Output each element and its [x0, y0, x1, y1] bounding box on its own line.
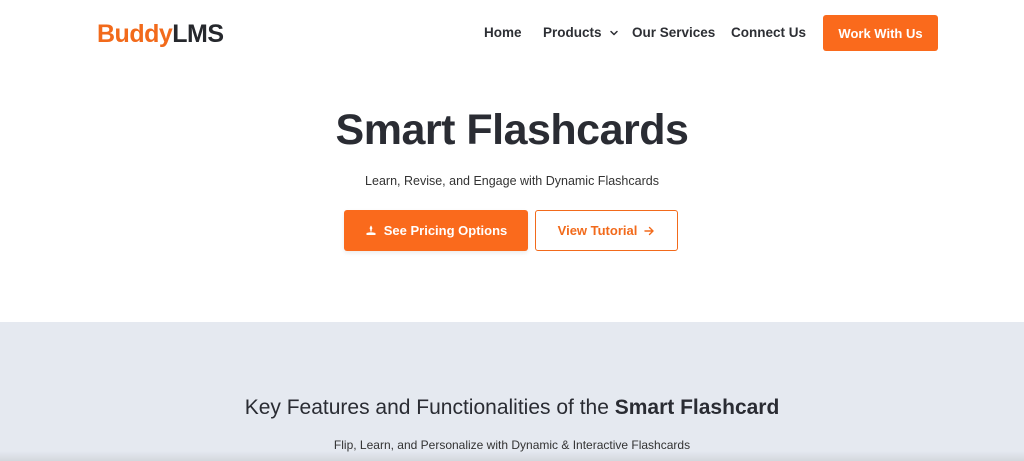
view-tutorial-label: View Tutorial — [557, 223, 638, 238]
brand-logo[interactable]: BuddyLMS — [97, 19, 224, 49]
nav-connect-link[interactable]: Connect Us — [731, 25, 806, 41]
nav-products-menu[interactable]: Products — [543, 25, 620, 41]
nav-home-link[interactable]: Home — [484, 25, 522, 41]
see-pricing-label: See Pricing Options — [383, 223, 508, 238]
view-tutorial-button[interactable]: View Tutorial — [535, 210, 678, 251]
nav-products-label: Products — [543, 25, 602, 40]
hero-subtitle: Learn, Revise, and Engage with Dynamic F… — [365, 174, 659, 188]
chevron-down-icon — [609, 30, 618, 36]
features-title-bold: Smart Flashcard — [614, 396, 780, 419]
hero-title: Smart Flashcards — [335, 106, 689, 154]
features-section: Key Features and Functionalities of the … — [0, 322, 1024, 461]
site-header: BuddyLMS Home Products Our Services Conn… — [0, 0, 1024, 66]
nav-services-link[interactable]: Our Services — [632, 25, 715, 41]
arrow-right-icon — [644, 226, 655, 235]
features-title-regular: Key Features and Functionalities of the — [244, 396, 615, 419]
see-pricing-button[interactable]: See Pricing Options — [344, 210, 528, 251]
features-title: Key Features and Functionalities of the … — [0, 395, 1024, 421]
brand-logo-part1: Buddy — [97, 20, 173, 48]
work-with-us-button[interactable]: Work With Us — [823, 15, 938, 51]
pricing-tag-icon — [366, 225, 376, 235]
bottom-shadow — [0, 451, 1024, 461]
brand-logo-part2: LMS — [172, 20, 224, 48]
